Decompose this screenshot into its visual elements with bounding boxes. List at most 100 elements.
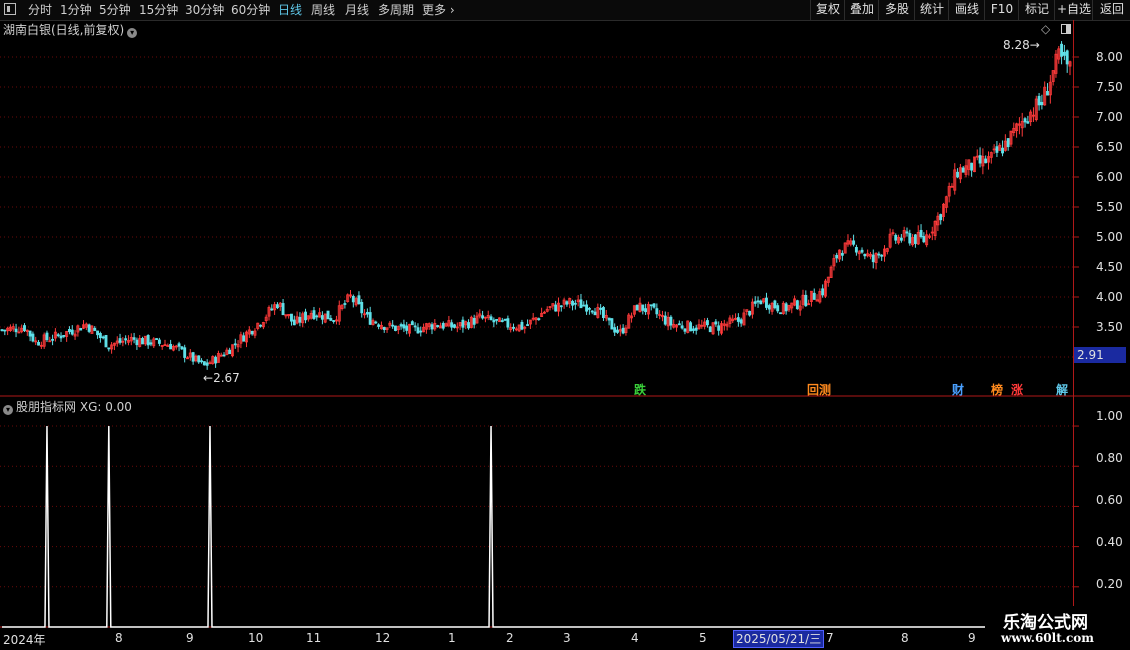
candle-body [197,355,201,363]
candle-body [512,326,515,329]
candle-body [1040,101,1044,106]
candle-body [59,335,63,339]
candle-body [621,327,625,334]
candle-body [183,347,187,358]
candle-body [655,308,659,315]
signal-bang[interactable]: 榜 [991,381,1003,398]
candle-body [767,305,771,310]
candle-body [613,327,617,333]
low-price-value: 2.67 [213,371,240,385]
candle-body [3,329,7,332]
candle-body [908,233,912,244]
candle-body [708,326,712,333]
candle-body [157,339,161,344]
candle-body [28,330,32,337]
candle-body [773,300,777,309]
signal-ce[interactable]: 测 [819,381,831,398]
candle-body [748,310,752,316]
candle-body [644,308,648,313]
signal-hui[interactable]: 回 [807,381,819,398]
candle-body [489,316,493,321]
candle-body [96,330,100,336]
candle-body [520,321,524,330]
candle-body [680,325,684,329]
candle-body [854,247,858,253]
candle-body [87,324,91,332]
candle-body [149,342,153,345]
indicator-value: XG: 0.00 [79,400,132,414]
x-label: 1 [448,631,456,645]
candle-body [537,318,541,321]
signal-zhang[interactable]: 涨 [1011,381,1023,398]
candle-body [200,360,203,363]
candle-body [756,300,760,303]
candle-body [104,335,108,348]
candle-body [871,254,875,263]
sub-y-label: 0.40 [1096,535,1123,549]
candle-body [970,162,974,171]
candle-body [961,167,965,173]
x-label: 8 [115,631,123,645]
candle-body [391,324,395,327]
candle-body [779,312,782,315]
candle-body [852,240,856,245]
candle-body [79,328,83,331]
kline-chart[interactable] [0,0,1130,650]
candle-body [689,322,693,332]
signal-jie[interactable]: 解 [1056,381,1068,398]
candle-body [45,332,49,341]
candle-body [913,234,917,244]
candle-body [939,214,943,221]
candle-body [326,310,330,320]
candle-body [169,343,173,350]
candle-body [93,327,97,331]
candle-body [292,319,296,326]
candle-body [821,288,825,296]
candle-body [37,341,40,346]
candle-body [107,347,111,350]
candle-body [899,237,903,241]
candle-body [590,310,594,313]
candle-body [1046,90,1049,96]
candle-body [691,328,695,331]
candle-body [360,302,364,314]
candle-body [635,304,639,311]
candle-body [559,305,563,308]
candle-body [281,303,285,316]
signal-cai[interactable]: 财 [952,381,964,398]
candle-body [1006,138,1010,148]
candle-body [118,338,122,343]
candle-body [602,307,605,318]
candle-body [677,323,681,326]
x-label: 5 [699,631,707,645]
candle-body [705,320,709,326]
stock-title-text: 湖南白银(日线,前复权) [3,23,125,37]
candle-body [275,304,279,309]
candle-body [978,155,982,164]
panel-toggle-icon[interactable] [1061,24,1071,34]
stock-title: 湖南白银(日线,前复权) ▾ [3,21,138,38]
x-label: 9 [968,631,976,645]
diamond-icon[interactable]: ◇ [1041,22,1050,36]
y-label: 5.50 [1096,200,1123,214]
candle-body [315,315,319,318]
candle-body [663,315,667,325]
cursor-date-tag: 2025/05/21/三 [733,630,825,648]
chevron-down-icon[interactable]: ▾ [127,28,138,38]
candle-body [312,310,316,319]
x-label: 7 [826,631,834,645]
candle-body [1023,118,1027,123]
candle-body [461,319,465,328]
y-label: 4.00 [1096,290,1123,304]
arrow-left-icon: ← [203,371,214,385]
candle-body [1001,147,1004,154]
candle-body [413,325,417,328]
chevron-down-icon[interactable]: ▾ [3,405,13,415]
candle-body [565,301,569,305]
candle-body [101,336,105,339]
candle-body [649,304,653,307]
signal-die[interactable]: 跌 [634,381,646,398]
candle-body [180,346,184,350]
candle-body [1037,95,1041,106]
candle-body [56,334,60,337]
